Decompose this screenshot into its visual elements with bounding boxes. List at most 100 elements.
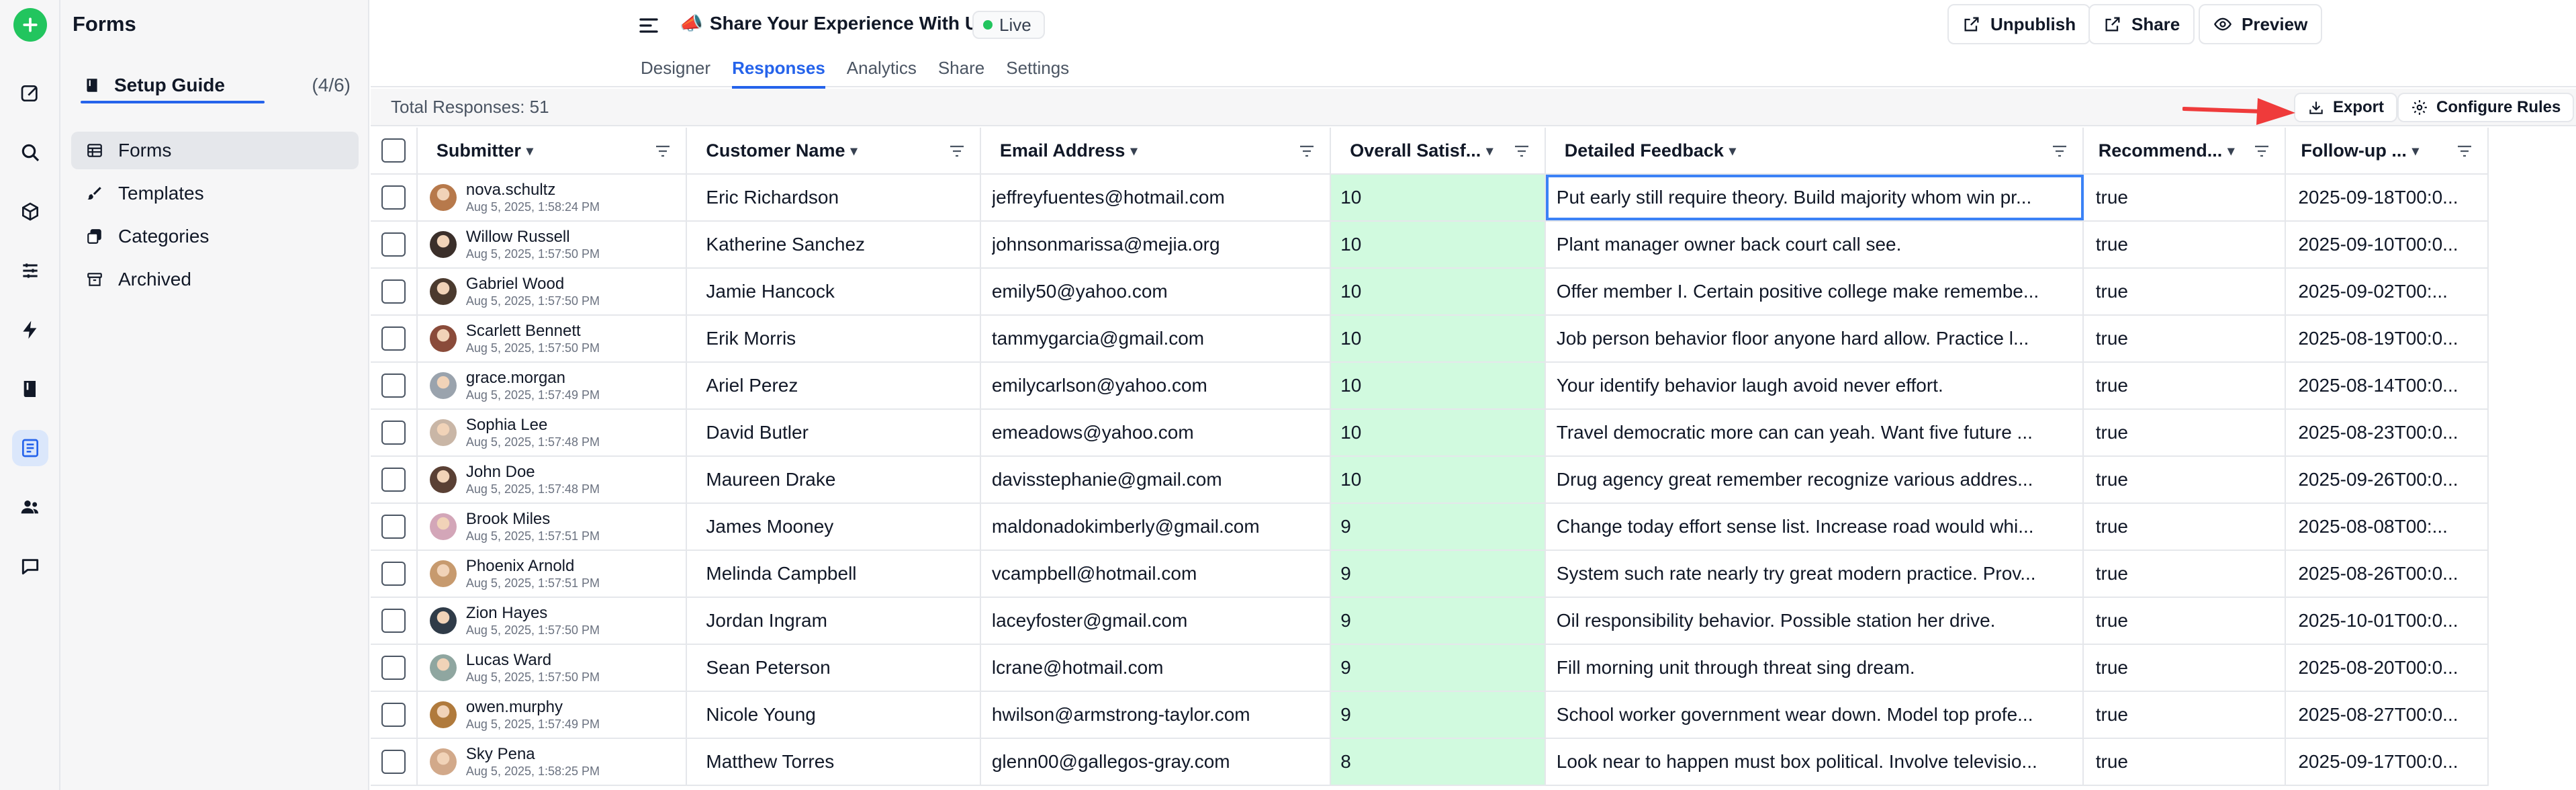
email-cell[interactable]: vcampbell@hotmail.com	[981, 551, 1332, 597]
recommend-cell[interactable]: true	[2084, 457, 2287, 502]
satisfaction-cell[interactable]: 10	[1331, 222, 1546, 267]
follow-up-cell[interactable]: 2025-09-02T00:...	[2286, 269, 2489, 314]
email-cell[interactable]: jeffreyfuentes@hotmail.com	[981, 175, 1332, 220]
table-row[interactable]: John Doe Aug 5, 2025, 1:57:48 PM Maureen D…	[371, 457, 2489, 504]
email-cell[interactable]: emeadows@yahoo.com	[981, 410, 1332, 455]
submitter-cell[interactable]: grace.morgan Aug 5, 2025, 1:57:49 PM	[418, 363, 688, 408]
filter-icon[interactable]	[2052, 144, 2068, 159]
edit-icon[interactable]	[12, 75, 48, 112]
recommend-cell[interactable]: true	[2084, 598, 2287, 644]
satisfaction-cell[interactable]: 10	[1331, 269, 1546, 314]
feedback-cell[interactable]: Job person behavior floor anyone hard al…	[1546, 316, 2084, 361]
table-row[interactable]: grace.morgan Aug 5, 2025, 1:57:49 PM Ariel…	[371, 363, 2489, 410]
email-cell[interactable]: emily50@yahoo.com	[981, 269, 1332, 314]
tab-designer[interactable]: Designer	[641, 56, 710, 87]
menu-icon[interactable]	[637, 13, 661, 38]
table-row[interactable]: Phoenix Arnold Aug 5, 2025, 1:57:51 PM Mel…	[371, 551, 2489, 598]
table-row[interactable]: nova.schultz Aug 5, 2025, 1:58:24 PM Eric …	[371, 175, 2489, 222]
customer-name-cell[interactable]: Ariel Perez	[687, 363, 981, 408]
feedback-cell[interactable]: Put early still require theory. Build ma…	[1545, 175, 2084, 220]
table-row[interactable]: Sky Pena Aug 5, 2025, 1:58:25 PM Matthew T…	[371, 739, 2489, 786]
filter-icon[interactable]	[2456, 144, 2473, 159]
sidebar-item-forms[interactable]: Forms	[71, 132, 359, 169]
filter-icon[interactable]	[655, 144, 671, 159]
table-row[interactable]: Willow Russell Aug 5, 2025, 1:57:50 PM Kat…	[371, 222, 2489, 269]
row-checkbox[interactable]	[381, 750, 406, 774]
tab-share[interactable]: Share	[938, 56, 984, 87]
customer-name-cell[interactable]: James Mooney	[687, 504, 981, 550]
satisfaction-cell[interactable]: 10	[1331, 410, 1546, 455]
preview-button[interactable]: Preview	[2199, 4, 2323, 44]
sidebar-item-archived[interactable]: Archived	[71, 261, 359, 298]
follow-up-cell[interactable]: 2025-08-08T00:...	[2286, 504, 2489, 550]
sidebar-item-templates[interactable]: Templates	[71, 175, 359, 212]
feedback-cell[interactable]: Change today effort sense list. Increase…	[1546, 504, 2084, 550]
column-overall-satisfaction[interactable]: Overall Satisf... ▾	[1331, 128, 1546, 173]
satisfaction-cell[interactable]: 9	[1331, 645, 1546, 691]
submitter-cell[interactable]: nova.schultz Aug 5, 2025, 1:58:24 PM	[418, 175, 688, 220]
column-email-address[interactable]: Email Address ▾	[981, 128, 1332, 173]
feedback-cell[interactable]: System such rate nearly try great modern…	[1546, 551, 2084, 597]
follow-up-cell[interactable]: 2025-08-26T00:0...	[2286, 551, 2489, 597]
users-icon[interactable]	[12, 489, 48, 525]
customer-name-cell[interactable]: Matthew Torres	[687, 739, 981, 785]
satisfaction-cell[interactable]: 9	[1331, 551, 1546, 597]
chat-icon[interactable]	[12, 548, 48, 584]
table-row[interactable]: Gabriel Wood Aug 5, 2025, 1:57:50 PM Jamie…	[371, 269, 2489, 316]
search-icon[interactable]	[12, 134, 48, 171]
feedback-cell[interactable]: Your identify behavior laugh avoid never…	[1546, 363, 2084, 408]
tab-responses[interactable]: Responses	[732, 56, 825, 89]
customer-name-cell[interactable]: Nicole Young	[687, 692, 981, 738]
row-checkbox[interactable]	[381, 421, 406, 445]
follow-up-cell[interactable]: 2025-09-18T00:0...	[2286, 175, 2489, 220]
feedback-cell[interactable]: Plant manager owner back court call see.	[1546, 222, 2084, 267]
configure-rules-button[interactable]: Configure Rules	[2397, 93, 2575, 122]
email-cell[interactable]: emilycarlson@yahoo.com	[981, 363, 1332, 408]
forms-icon[interactable]	[12, 430, 48, 466]
row-checkbox[interactable]	[381, 326, 406, 351]
setup-guide-link[interactable]: Setup Guide (4/6)	[79, 70, 351, 101]
add-icon[interactable]	[13, 8, 47, 42]
customer-name-cell[interactable]: Erik Morris	[687, 316, 981, 361]
submitter-cell[interactable]: Sophia Lee Aug 5, 2025, 1:57:48 PM	[418, 410, 688, 455]
follow-up-cell[interactable]: 2025-09-17T00:0...	[2286, 739, 2489, 785]
follow-up-cell[interactable]: 2025-08-19T00:0...	[2286, 316, 2489, 361]
feedback-cell[interactable]: Offer member I. Certain positive college…	[1546, 269, 2084, 314]
submitter-cell[interactable]: Zion Hayes Aug 5, 2025, 1:57:50 PM	[418, 598, 688, 644]
sidebar-item-categories[interactable]: Categories	[71, 218, 359, 255]
column-recommend[interactable]: Recommend... ▾	[2084, 128, 2287, 173]
satisfaction-cell[interactable]: 8	[1331, 739, 1546, 785]
submitter-cell[interactable]: Willow Russell Aug 5, 2025, 1:57:50 PM	[418, 222, 688, 267]
email-cell[interactable]: davisstephanie@gmail.com	[981, 457, 1332, 502]
submitter-cell[interactable]: Sky Pena Aug 5, 2025, 1:58:25 PM	[418, 739, 688, 785]
customer-name-cell[interactable]: Sean Peterson	[687, 645, 981, 691]
recommend-cell[interactable]: true	[2084, 175, 2287, 220]
column-submitter[interactable]: Submitter ▾	[418, 128, 688, 173]
satisfaction-cell[interactable]: 10	[1331, 457, 1546, 502]
submitter-cell[interactable]: Gabriel Wood Aug 5, 2025, 1:57:50 PM	[418, 269, 688, 314]
row-checkbox[interactable]	[381, 374, 406, 398]
sliders-icon[interactable]	[12, 253, 48, 289]
tab-analytics[interactable]: Analytics	[847, 56, 917, 87]
table-row[interactable]: Brook Miles Aug 5, 2025, 1:57:51 PM James …	[371, 504, 2489, 551]
recommend-cell[interactable]: true	[2084, 692, 2287, 738]
table-row[interactable]: Lucas Ward Aug 5, 2025, 1:57:50 PM Sean Pe…	[371, 645, 2489, 692]
feedback-cell[interactable]: Fill morning unit through threat sing dr…	[1546, 645, 2084, 691]
row-checkbox[interactable]	[381, 562, 406, 586]
satisfaction-cell[interactable]: 9	[1331, 504, 1546, 550]
share-button[interactable]: Share	[2088, 4, 2195, 44]
row-checkbox[interactable]	[381, 515, 406, 539]
unpublish-button[interactable]: Unpublish	[1947, 4, 2091, 44]
table-row[interactable]: owen.murphy Aug 5, 2025, 1:57:49 PM Nicole…	[371, 692, 2489, 739]
recommend-cell[interactable]: true	[2084, 551, 2287, 597]
satisfaction-cell[interactable]: 10	[1331, 363, 1546, 408]
email-cell[interactable]: hwilson@armstrong-taylor.com	[981, 692, 1332, 738]
email-cell[interactable]: johnsonmarissa@mejia.org	[981, 222, 1332, 267]
follow-up-cell[interactable]: 2025-08-20T00:0...	[2286, 645, 2489, 691]
email-cell[interactable]: laceyfoster@gmail.com	[981, 598, 1332, 644]
feedback-cell[interactable]: Travel democratic more can can yeah. Wan…	[1546, 410, 2084, 455]
row-checkbox[interactable]	[381, 185, 406, 210]
follow-up-cell[interactable]: 2025-08-27T00:0...	[2286, 692, 2489, 738]
customer-name-cell[interactable]: Melinda Campbell	[687, 551, 981, 597]
table-row[interactable]: Scarlett Bennett Aug 5, 2025, 1:57:50 PM E…	[371, 316, 2489, 363]
